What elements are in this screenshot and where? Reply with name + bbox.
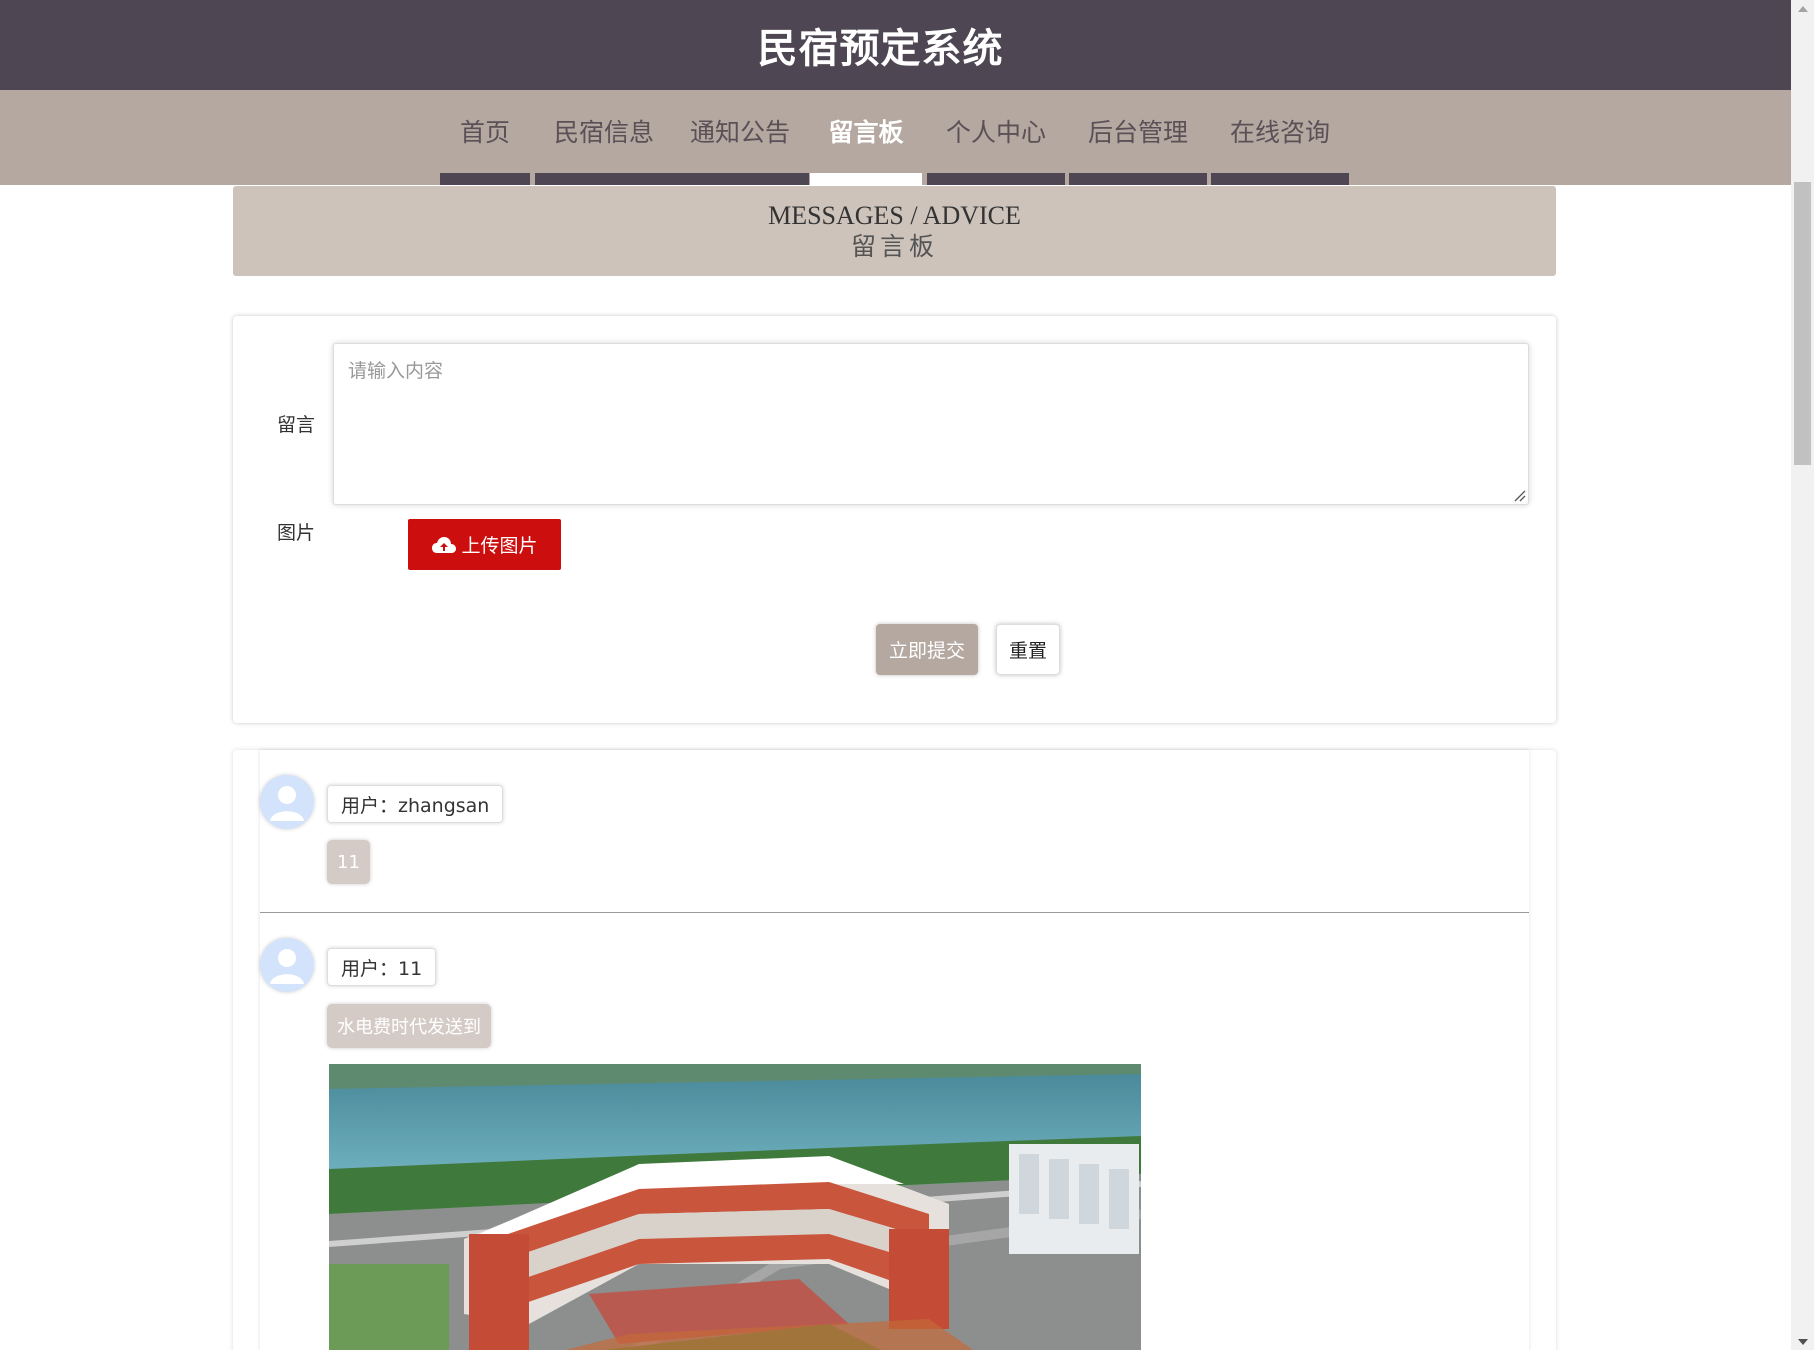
nav-item-home[interactable]: 首页 <box>440 90 530 185</box>
submit-button[interactable]: 立即提交 <box>876 624 978 675</box>
nav-item-label: 后台管理 <box>1087 118 1188 147</box>
banner-title-en: MESSAGES / ADVICE <box>768 201 1021 230</box>
banner-title-zh: 留言板 <box>850 232 938 261</box>
nav-item-admin[interactable]: 后台管理 <box>1069 90 1207 185</box>
section-banner: MESSAGES / ADVICE 留言板 <box>233 186 1556 276</box>
message-label: 留言 <box>277 414 316 436</box>
cloud-upload-icon <box>432 536 457 553</box>
nav-item-notices[interactable]: 通知公告 <box>672 90 808 185</box>
nav-item-label: 通知公告 <box>689 118 790 147</box>
message-content: 11 <box>327 840 370 884</box>
nav-item-label: 个人中心 <box>945 118 1046 147</box>
nav-underline <box>1069 173 1207 185</box>
nav-underline <box>1211 173 1349 185</box>
image-label: 图片 <box>277 522 316 544</box>
nav-item-personal-center[interactable]: 个人中心 <box>927 90 1065 185</box>
vertical-scrollbar[interactable] <box>1791 0 1814 1350</box>
message-user: 用户：11 <box>327 948 437 986</box>
nav-item-label: 首页 <box>459 118 510 147</box>
upload-image-label: 上传图片 <box>461 535 538 557</box>
user-avatar-icon <box>260 938 314 992</box>
message-textarea[interactable]: 请输入内容 <box>333 343 1529 505</box>
site-title: 民宿预定系统 <box>757 26 1004 72</box>
scroll-thumb[interactable] <box>1794 182 1811 465</box>
message-user: 用户：zhangsan <box>327 785 504 823</box>
nav-underline-active <box>810 173 922 185</box>
upload-image-button[interactable]: 上传图片 <box>408 519 561 570</box>
scroll-down-icon[interactable] <box>1791 1333 1814 1350</box>
message-attached-image <box>329 1064 1141 1350</box>
page-viewport: 民宿预定系统 首页 民宿信息 通知公告 留言板 个人中心 后台管理 在线咨询 M… <box>0 0 1791 1350</box>
nav-item-label: 留言板 <box>828 118 904 147</box>
user-avatar-icon <box>260 775 314 829</box>
message-form: 留言 请输入内容 图片 上传图片 立即提交 重置 <box>233 316 1556 723</box>
scroll-up-icon[interactable] <box>1791 0 1814 17</box>
reset-button[interactable]: 重置 <box>996 624 1060 675</box>
nav-underline <box>440 173 530 185</box>
nav-item-message-board[interactable]: 留言板 <box>810 90 922 185</box>
main-nav: 首页 民宿信息 通知公告 留言板 个人中心 后台管理 在线咨询 <box>0 90 1791 185</box>
nav-underline <box>927 173 1065 185</box>
site-header: 民宿预定系统 <box>0 0 1791 90</box>
nav-item-label: 民宿信息 <box>553 118 654 147</box>
message-item: 用户：zhangsan 11 <box>260 750 1529 913</box>
nav-item-online-consult[interactable]: 在线咨询 <box>1211 90 1349 185</box>
nav-item-label: 在线咨询 <box>1229 118 1330 147</box>
campus-aerial-image <box>329 1064 1141 1350</box>
message-placeholder: 请输入内容 <box>348 360 444 382</box>
resize-grip-icon[interactable] <box>1512 488 1526 502</box>
message-content: 水电费时代发送到 <box>327 1004 491 1048</box>
